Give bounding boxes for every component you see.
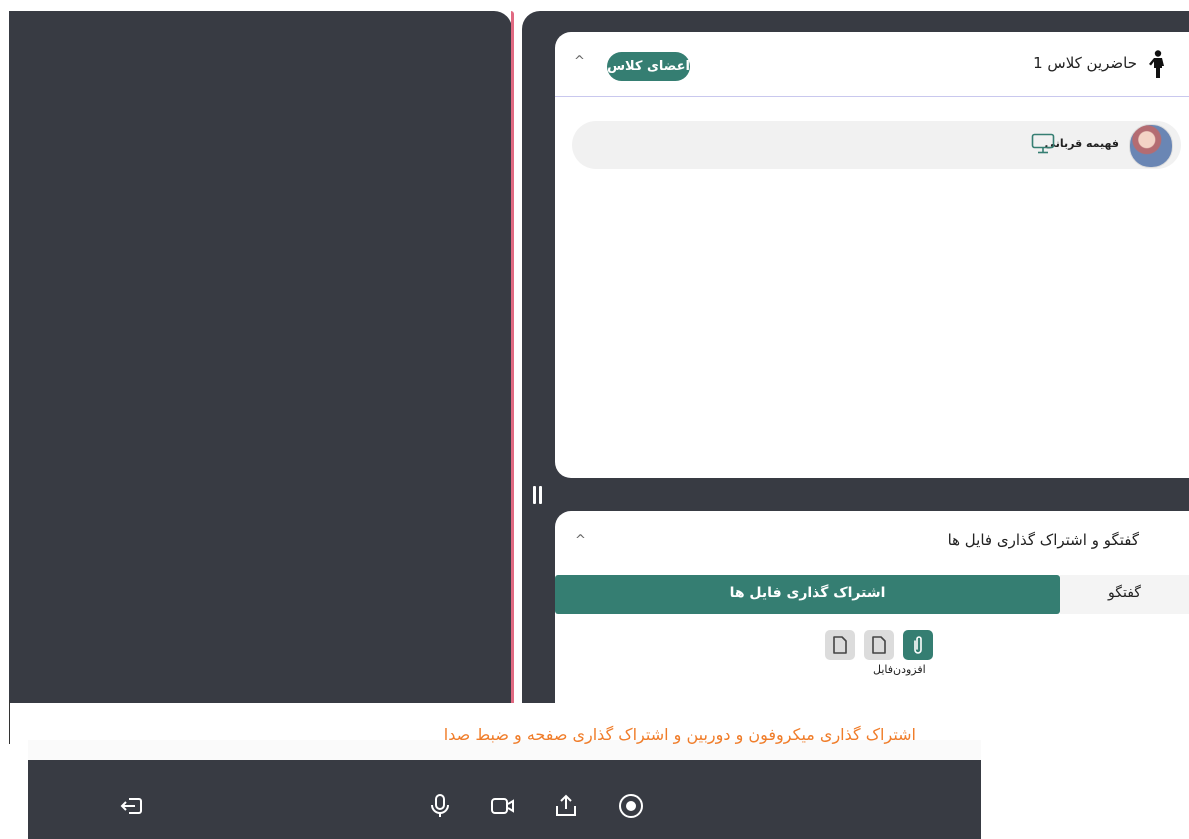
participants-header: حاضرین کلاس 1 اعضای کلاس ^ <box>555 32 1189 97</box>
document-button[interactable] <box>864 630 894 660</box>
participant-name: فهیمه قربانی <box>1044 137 1119 150</box>
participant-row[interactable]: فهیمه قربانی <box>572 121 1181 169</box>
resize-handle[interactable] <box>533 486 543 504</box>
paperclip-icon <box>914 636 922 654</box>
participants-panel: حاضرین کلاس 1 اعضای کلاس ^ فهیمه قربانی <box>555 32 1189 478</box>
share-screen-button[interactable] <box>552 792 580 820</box>
camera-button[interactable] <box>489 792 517 820</box>
class-members-button[interactable]: اعضای کلاس <box>607 52 690 81</box>
avatar <box>1129 124 1173 168</box>
microphone-icon <box>431 794 449 817</box>
monitor-icon <box>1031 133 1055 159</box>
tab-file-sharing[interactable]: اشتراک گذاری فایل ها <box>555 575 1060 614</box>
document-button[interactable] <box>825 630 855 660</box>
attach-file-button[interactable] <box>903 630 933 660</box>
exit-icon <box>120 798 142 814</box>
collapse-chevron-icon[interactable]: ^ <box>574 54 585 69</box>
stage-border <box>511 11 514 703</box>
chat-panel: گفتگو و اشتراک گذاری فایل ها ^ اشتراک گذ… <box>555 511 1189 703</box>
divider-line <box>9 700 10 744</box>
tab-chat[interactable]: گفتگو <box>1060 575 1189 614</box>
document-icon <box>833 636 847 654</box>
record-button[interactable] <box>617 792 645 820</box>
record-icon <box>619 794 643 818</box>
participants-title: حاضرین کلاس 1 <box>1033 54 1137 72</box>
bottom-toolbar <box>28 760 981 839</box>
camera-icon <box>491 798 514 814</box>
instruction-text: اشتراک گذاری میکروفون و دوربین و اشتراک … <box>443 725 916 744</box>
microphone-button[interactable] <box>426 792 454 820</box>
add-file-label: افزودن‌فایل <box>873 663 926 676</box>
chat-title: گفتگو و اشتراک گذاری فایل ها <box>947 531 1139 549</box>
video-stage <box>9 11 512 703</box>
collapse-chevron-icon[interactable]: ^ <box>575 533 586 548</box>
share-screen-icon <box>556 794 576 816</box>
document-icon <box>872 636 886 654</box>
standing-person-icon <box>1146 50 1166 82</box>
exit-button[interactable] <box>118 792 146 820</box>
